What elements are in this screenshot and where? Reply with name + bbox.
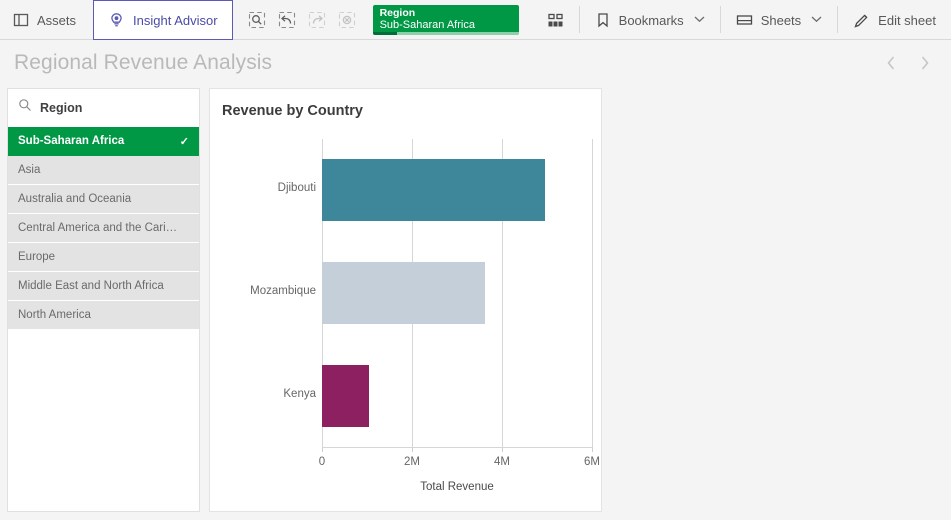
sheet-navigation: [883, 54, 951, 72]
bookmarks-button[interactable]: Bookmarks: [580, 0, 720, 40]
x-tick-label: 6M: [567, 456, 617, 468]
check-icon: ✓: [180, 135, 189, 148]
listbox-item-label: Central America and the Cari…: [18, 222, 177, 234]
sheet-content: Region Sub-Saharan Africa ✓ Asia Australia …: [0, 86, 951, 520]
edit-sheet-label: Edit sheet: [878, 13, 936, 28]
x-tickmark: [592, 447, 593, 452]
insight-advisor-button[interactable]: Insight Advisor: [93, 0, 233, 40]
assets-button[interactable]: Assets: [0, 0, 93, 40]
selection-chip-state-fill: [373, 32, 397, 35]
y-axis-label-mozambique: Mozambique: [250, 285, 316, 297]
search-icon[interactable]: [18, 98, 32, 117]
listbox-item-4[interactable]: Europe: [8, 243, 199, 272]
chevron-down-icon: [811, 15, 822, 26]
y-axis-label-kenya: Kenya: [283, 388, 316, 400]
toolbar-left-group: Assets Insight Advisor: [0, 0, 519, 39]
x-tick-label: 4M: [477, 456, 527, 468]
bar-kenya[interactable]: [322, 365, 369, 427]
x-tick-label: 0: [297, 456, 347, 468]
grid-view-icon: [547, 12, 564, 29]
listbox-items[interactable]: Sub-Saharan Africa ✓ Asia Australia and Oce…: [8, 127, 199, 511]
filter-pane-region: Region Sub-Saharan Africa ✓ Asia Australia …: [7, 88, 200, 512]
sheet-grid-button[interactable]: [532, 0, 579, 40]
selection-chip-region[interactable]: Region Sub-Saharan Africa: [373, 5, 519, 35]
toolbar-spacer: [519, 0, 532, 39]
chart-revenue-by-country[interactable]: Revenue by Country 02M4M6MDjiboutiMozamb…: [209, 88, 602, 512]
step-forward-icon: [303, 6, 331, 34]
clear-all-selections-icon: [333, 6, 361, 34]
listbox-item-2[interactable]: Australia and Oceania: [8, 185, 199, 214]
listbox-field-title: Region: [40, 101, 82, 115]
assets-label: Assets: [37, 13, 76, 28]
assets-panel-icon: [13, 12, 29, 28]
toolbar-right-group: Bookmarks Sheets: [532, 0, 951, 39]
bar-djibouti[interactable]: [322, 159, 545, 221]
listbox-item-label: Sub-Saharan Africa: [18, 135, 124, 147]
sheets-button[interactable]: Sheets: [721, 0, 837, 40]
sheets-label: Sheets: [761, 13, 801, 28]
selection-search-icon[interactable]: [243, 6, 271, 34]
selection-chip-value: Sub-Saharan Africa: [380, 19, 512, 32]
bar-mozambique[interactable]: [322, 262, 485, 324]
listbox-header[interactable]: Region: [8, 89, 199, 127]
listbox-item-3[interactable]: Central America and the Cari…: [8, 214, 199, 243]
selection-tools-group: [233, 0, 361, 39]
y-axis-label-djibouti: Djibouti: [278, 182, 316, 194]
insight-advisor-label: Insight Advisor: [133, 13, 218, 28]
x-axis-title: Total Revenue: [210, 481, 603, 493]
bookmarks-label: Bookmarks: [619, 13, 684, 28]
top-toolbar: Assets Insight Advisor: [0, 0, 951, 40]
chart-plot-area[interactable]: 02M4M6MDjiboutiMozambiqueKenyaTotal Reve…: [210, 89, 603, 513]
listbox-item-0[interactable]: Sub-Saharan Africa ✓: [8, 127, 199, 156]
step-back-icon[interactable]: [273, 6, 301, 34]
sheet-header: Regional Revenue Analysis: [0, 40, 951, 86]
listbox-item-label: Asia: [18, 164, 40, 176]
listbox-item-6[interactable]: North America: [8, 301, 199, 330]
next-sheet-icon[interactable]: [917, 54, 933, 72]
listbox-item-5[interactable]: Middle East and North Africa: [8, 272, 199, 301]
x-axis-line: [322, 447, 592, 448]
listbox-item-label: Europe: [18, 251, 55, 263]
sheets-icon: [736, 12, 753, 28]
page-title: Regional Revenue Analysis: [14, 51, 272, 75]
listbox-item-label: Australia and Oceania: [18, 193, 131, 205]
listbox-item-label: North America: [18, 309, 91, 321]
selection-chip-field: Region: [380, 7, 512, 19]
edit-sheet-button[interactable]: Edit sheet: [838, 0, 951, 40]
chevron-down-icon: [694, 15, 705, 26]
insight-advisor-icon: [108, 12, 125, 29]
pencil-icon: [853, 12, 870, 29]
listbox-item-1[interactable]: Asia: [8, 156, 199, 185]
x-tick-label: 2M: [387, 456, 437, 468]
listbox-item-label: Middle East and North Africa: [18, 280, 164, 292]
x-gridline: [592, 139, 593, 447]
previous-sheet-icon[interactable]: [883, 54, 899, 72]
bookmark-icon: [595, 12, 611, 28]
